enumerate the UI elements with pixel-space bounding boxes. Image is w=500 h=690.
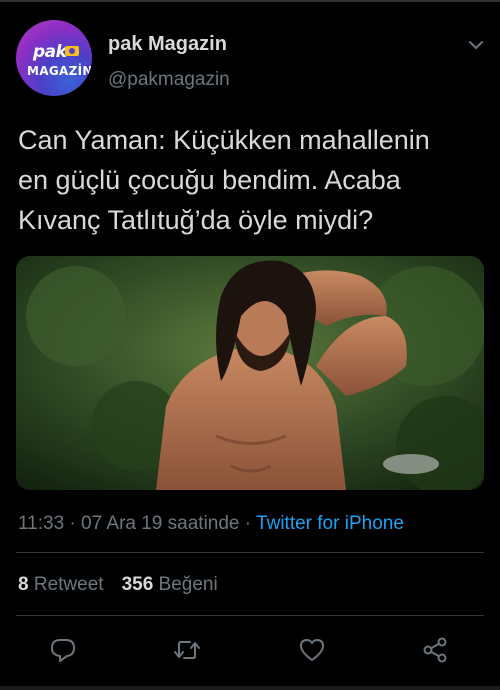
retweet-label: Retweet [33, 574, 104, 595]
top-divider [0, 0, 500, 2]
meta-separator: · [244, 513, 257, 534]
chevron-down-icon[interactable] [467, 36, 485, 54]
retweet-count: 8 [18, 574, 29, 595]
meta-separator: · [69, 513, 82, 534]
retweet-stat[interactable]: 8 Retweet [18, 574, 104, 595]
tweet-meta: 11:33 · 07 Ara 19 saatinde · Twitter for… [18, 513, 404, 535]
share-icon[interactable] [422, 636, 450, 664]
tweet-time: 11:33 [18, 513, 65, 534]
tweet-source-link[interactable]: Twitter for iPhone [256, 513, 404, 534]
retweet-icon[interactable] [173, 636, 201, 664]
reply-icon[interactable] [49, 636, 77, 664]
divider [16, 615, 484, 616]
tweet-date: 07 Ara 19 saatinde [81, 513, 240, 534]
camera-icon [65, 46, 79, 56]
divider [16, 552, 484, 553]
tweet-photo[interactable] [16, 256, 484, 490]
tweet-text: Can Yaman: Küçükken mahallenin en güçlü … [18, 125, 430, 235]
tweet-detail: pak MAGAZİN pak Magazin @pakmagazin Can … [0, 0, 500, 690]
avatar[interactable]: pak MAGAZİN [16, 20, 92, 96]
author-handle[interactable]: @pakmagazin [108, 69, 230, 91]
photo-image [16, 256, 484, 490]
bottom-edge [0, 686, 500, 690]
tweet-stats: 8 Retweet 356 Beğeni [18, 574, 218, 596]
like-count: 356 [121, 574, 154, 595]
like-icon[interactable] [298, 636, 326, 664]
like-label: Beğeni [158, 574, 218, 595]
avatar-logo-top: pak [33, 42, 67, 62]
author-display-name[interactable]: pak Magazin [108, 33, 227, 56]
avatar-logo-bottom: MAGAZİN [27, 64, 92, 78]
like-stat[interactable]: 356 Beğeni [122, 574, 218, 595]
